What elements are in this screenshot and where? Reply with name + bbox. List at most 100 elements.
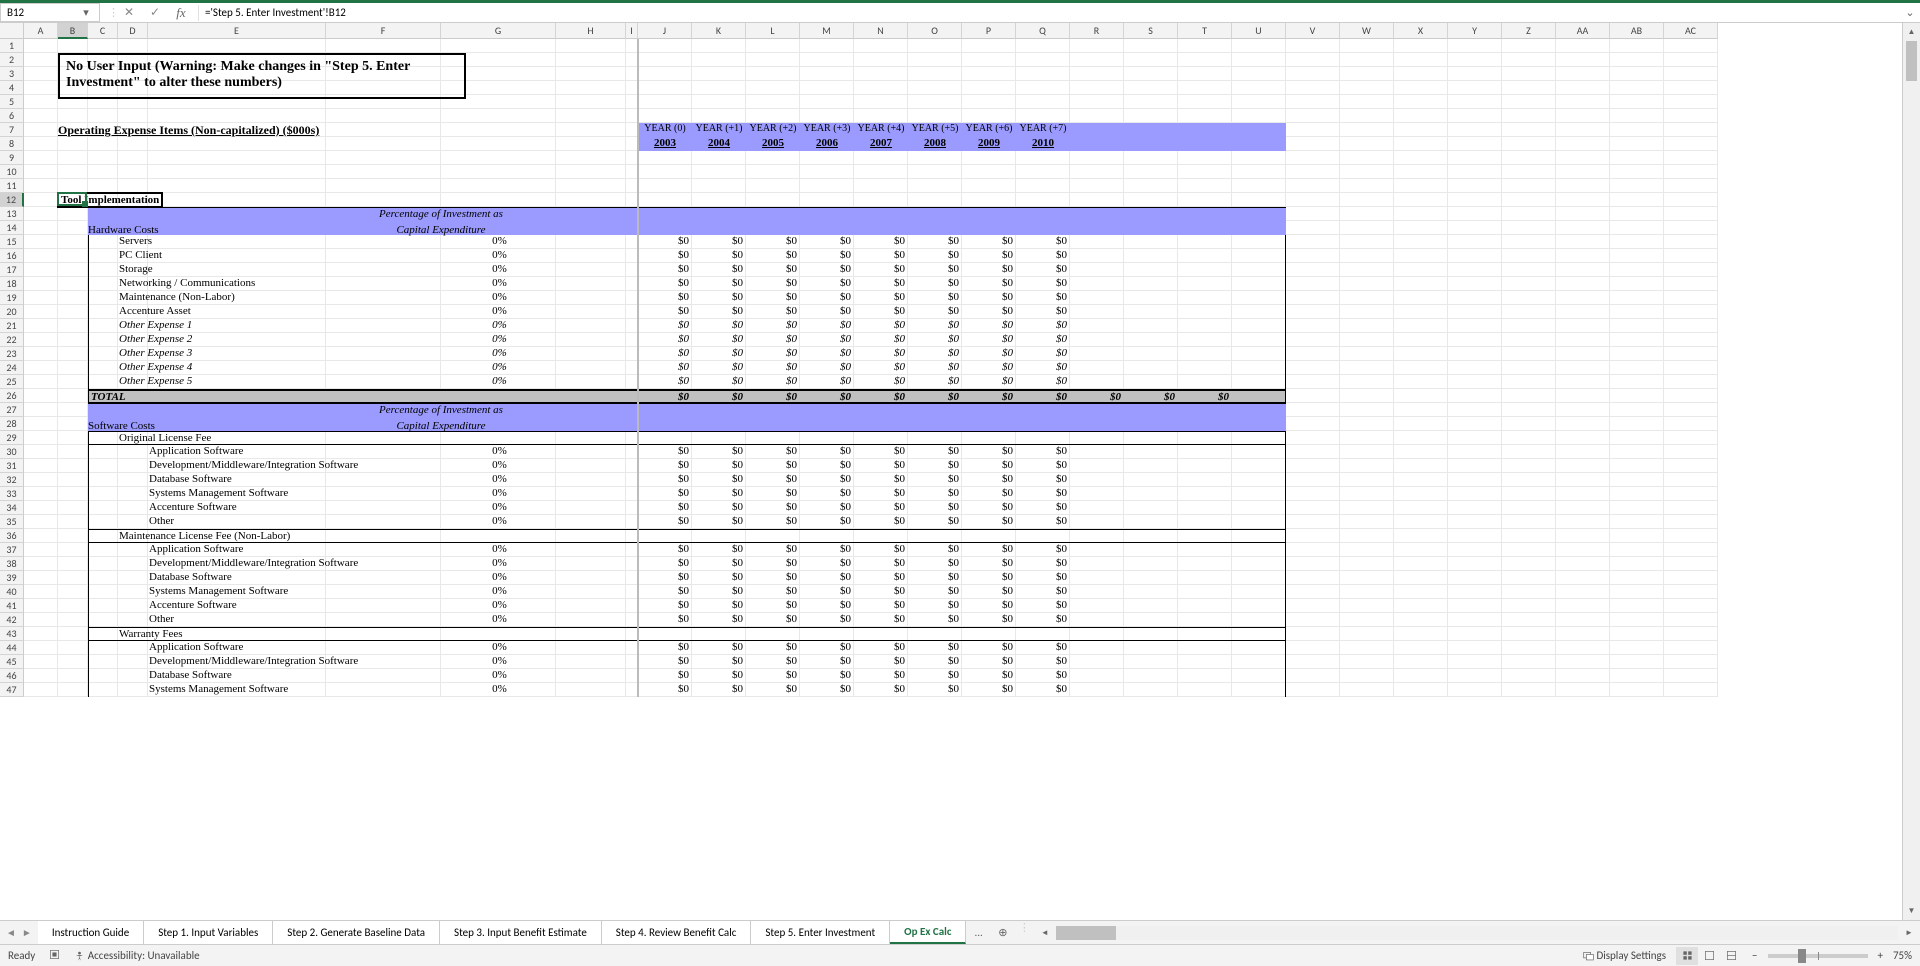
row-header[interactable]: 9 <box>0 151 24 165</box>
page-layout-view-button[interactable] <box>1698 947 1720 965</box>
macro-record-icon[interactable] <box>49 949 60 963</box>
row-header[interactable]: 41 <box>0 599 24 613</box>
cancel-formula-icon[interactable]: ✕ <box>120 5 138 20</box>
sheet-tab[interactable]: Step 5. Enter Investment <box>751 921 890 944</box>
row-header[interactable]: 34 <box>0 501 24 515</box>
sheet-tab[interactable]: Step 3. Input Benefit Estimate <box>440 921 602 944</box>
column-header[interactable]: Z <box>1502 23 1556 39</box>
row-header[interactable]: 38 <box>0 557 24 571</box>
name-box[interactable]: B12 ▾ <box>0 3 100 22</box>
row-header[interactable]: 15 <box>0 235 24 249</box>
row-header[interactable]: 2 <box>0 53 24 67</box>
row-header[interactable]: 30 <box>0 445 24 459</box>
column-header[interactable]: M <box>800 23 854 39</box>
column-header[interactable]: P <box>962 23 1016 39</box>
row-header[interactable]: 22 <box>0 333 24 347</box>
row-header[interactable]: 25 <box>0 375 24 389</box>
row-header[interactable]: 35 <box>0 515 24 529</box>
row-header[interactable]: 32 <box>0 473 24 487</box>
row-header[interactable]: 23 <box>0 347 24 361</box>
column-header[interactable]: B <box>58 23 88 39</box>
sheet-tab[interactable]: Step 2. Generate Baseline Data <box>273 921 440 944</box>
column-header[interactable]: L <box>746 23 800 39</box>
column-header[interactable]: X <box>1394 23 1448 39</box>
column-header[interactable]: V <box>1286 23 1340 39</box>
fx-icon[interactable]: fx <box>172 5 190 21</box>
column-header[interactable]: G <box>441 23 556 39</box>
column-header[interactable]: AC <box>1664 23 1718 39</box>
row-header[interactable]: 42 <box>0 613 24 627</box>
zoom-level[interactable]: 75% <box>1893 949 1912 962</box>
row-header[interactable]: 37 <box>0 543 24 557</box>
row-header[interactable]: 46 <box>0 669 24 683</box>
column-header[interactable]: AB <box>1610 23 1664 39</box>
row-header[interactable]: 39 <box>0 571 24 585</box>
column-header[interactable]: R <box>1070 23 1124 39</box>
column-header[interactable]: W <box>1340 23 1394 39</box>
row-header[interactable]: 36 <box>0 529 24 543</box>
column-header[interactable]: E <box>148 23 326 39</box>
row-header[interactable]: 4 <box>0 81 24 95</box>
row-header[interactable]: 18 <box>0 277 24 291</box>
normal-view-button[interactable] <box>1676 947 1698 965</box>
accept-formula-icon[interactable]: ✓ <box>146 5 164 20</box>
zoom-out-button[interactable]: − <box>1752 949 1757 962</box>
zoom-in-button[interactable]: + <box>1878 949 1883 962</box>
column-header[interactable]: C <box>88 23 118 39</box>
sheet-tab[interactable]: Instruction Guide <box>38 921 144 944</box>
column-header[interactable]: S <box>1124 23 1178 39</box>
column-header[interactable]: A <box>24 23 58 39</box>
row-header[interactable]: 44 <box>0 641 24 655</box>
row-header[interactable]: 21 <box>0 319 24 333</box>
row-header[interactable]: 16 <box>0 249 24 263</box>
row-header[interactable]: 31 <box>0 459 24 473</box>
row-header[interactable]: 13 <box>0 207 24 221</box>
column-header[interactable]: Q <box>1016 23 1070 39</box>
row-header[interactable]: 19 <box>0 291 24 305</box>
row-header[interactable]: 33 <box>0 487 24 501</box>
sheet-tab[interactable]: Op Ex Calc <box>890 921 966 944</box>
row-header[interactable]: 8 <box>0 137 24 151</box>
row-header[interactable]: 27 <box>0 403 24 417</box>
zoom-slider[interactable] <box>1768 954 1868 958</box>
column-header[interactable]: F <box>326 23 441 39</box>
formula-expand-icon[interactable]: ⌄ <box>1900 6 1920 19</box>
row-header[interactable]: 20 <box>0 305 24 319</box>
sheet-tab[interactable]: Step 1. Input Variables <box>144 921 273 944</box>
row-header[interactable]: 14 <box>0 221 24 235</box>
tabs-more-button[interactable]: ... <box>966 921 990 944</box>
column-header[interactable]: N <box>854 23 908 39</box>
row-header[interactable]: 3 <box>0 67 24 81</box>
row-header[interactable]: 11 <box>0 179 24 193</box>
row-header[interactable]: 17 <box>0 263 24 277</box>
column-header[interactable]: O <box>908 23 962 39</box>
column-header[interactable]: T <box>1178 23 1232 39</box>
add-sheet-button[interactable]: ⊕ <box>991 921 1015 944</box>
row-header[interactable]: 6 <box>0 109 24 123</box>
column-header[interactable]: D <box>118 23 148 39</box>
scroll-up-icon[interactable]: ▲ <box>1903 23 1920 41</box>
row-header[interactable]: 10 <box>0 165 24 179</box>
display-settings-button[interactable]: Display Settings <box>1583 949 1666 962</box>
column-header[interactable]: Y <box>1448 23 1502 39</box>
row-header[interactable]: 28 <box>0 417 24 431</box>
row-header[interactable]: 5 <box>0 95 24 109</box>
row-header[interactable]: 7 <box>0 123 24 137</box>
hscroll-left-icon[interactable]: ◄ <box>1038 928 1052 938</box>
accessibility-status[interactable]: Accessibility: Unavailable <box>74 949 199 962</box>
row-header[interactable]: 43 <box>0 627 24 641</box>
hscroll-right-icon[interactable]: ► <box>1902 928 1916 938</box>
vertical-scrollbar[interactable]: ▲ ▼ <box>1902 23 1920 920</box>
row-header[interactable]: 29 <box>0 431 24 445</box>
row-header[interactable]: 40 <box>0 585 24 599</box>
page-break-view-button[interactable] <box>1720 947 1742 965</box>
name-box-dropdown-icon[interactable]: ▾ <box>79 6 93 19</box>
horizontal-scrollbar[interactable] <box>1056 926 1898 940</box>
row-header[interactable]: 12 <box>0 193 24 207</box>
tab-prev-icon[interactable]: ◄ <box>6 926 16 939</box>
column-header[interactable]: U <box>1232 23 1286 39</box>
column-header[interactable]: AA <box>1556 23 1610 39</box>
tab-next-icon[interactable]: ► <box>22 926 32 939</box>
scroll-thumb[interactable] <box>1906 41 1917 81</box>
sheet-tab[interactable]: Step 4. Review Benefit Calc <box>602 921 752 944</box>
